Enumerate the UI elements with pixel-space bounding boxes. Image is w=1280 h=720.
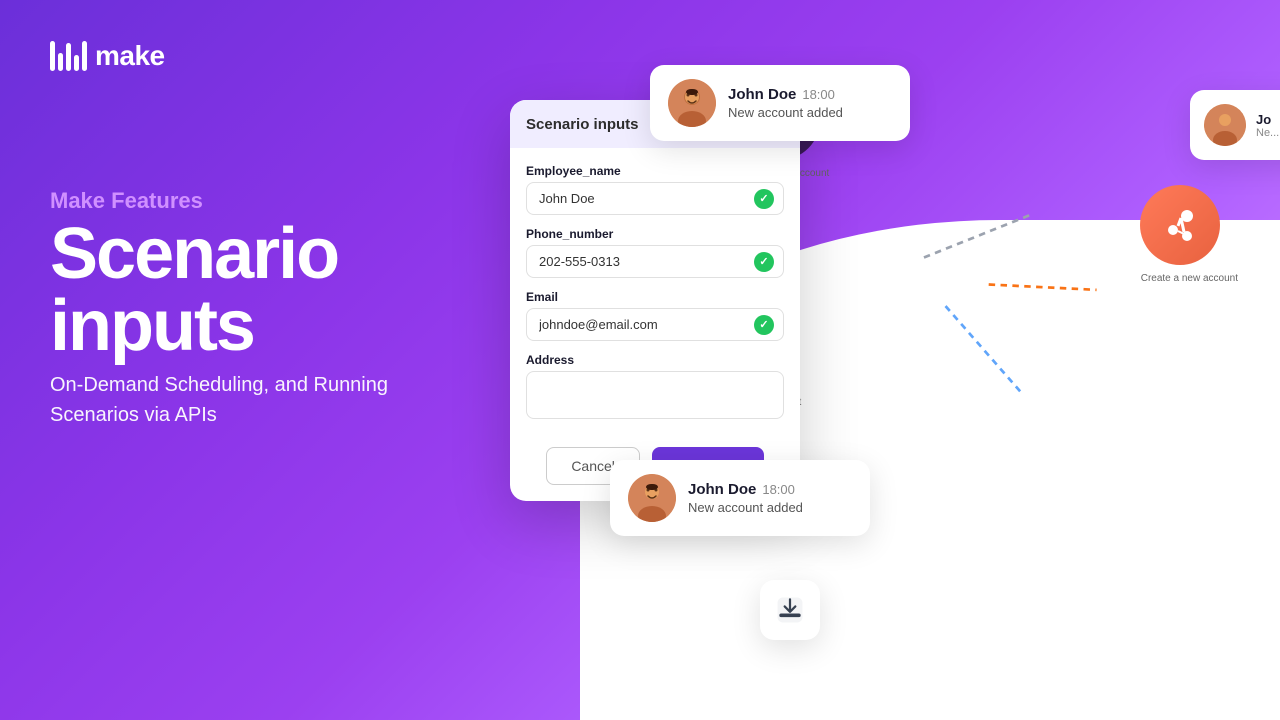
phone-number-check-icon bbox=[754, 252, 774, 272]
address-input[interactable] bbox=[526, 371, 784, 419]
page-title: Scenario inputs bbox=[50, 218, 410, 362]
notification-top: John Doe 18:00 New account added bbox=[650, 65, 910, 141]
notification-bottom-info: John Doe 18:00 New account added bbox=[688, 481, 803, 515]
email-check-icon bbox=[754, 315, 774, 335]
notification-bottom: John Doe 18:00 New account added bbox=[610, 460, 870, 536]
notif-top-time: 18:00 bbox=[802, 87, 835, 102]
phone-number-input[interactable] bbox=[526, 245, 784, 278]
hubspot-label: Create a new account bbox=[1141, 273, 1238, 284]
email-input[interactable] bbox=[526, 308, 784, 341]
notif-top-desc: New account added bbox=[728, 105, 843, 120]
notif-bottom-desc: New account added bbox=[688, 500, 803, 515]
employee-name-field: Employee_name bbox=[526, 164, 784, 215]
phone-number-input-wrap bbox=[526, 245, 784, 278]
subtitle-text: On-Demand Scheduling, and Running Scenar… bbox=[50, 370, 410, 430]
employee-name-check-icon bbox=[754, 189, 774, 209]
avatar-bottom bbox=[628, 474, 676, 522]
make-logo: make bbox=[50, 40, 410, 72]
email-field: Email bbox=[526, 290, 784, 341]
dialog-title: Scenario inputs bbox=[526, 116, 639, 133]
features-label: Make Features bbox=[50, 188, 410, 214]
scenario-inputs-dialog: Scenario inputs ⋮ ✕ Employee_name bbox=[510, 100, 800, 501]
phone-number-field: Phone_number bbox=[526, 227, 784, 278]
employee-name-input-wrap bbox=[526, 182, 784, 215]
email-label: Email bbox=[526, 290, 784, 304]
employee-name-label: Employee_name bbox=[526, 164, 784, 178]
receive-card bbox=[760, 580, 820, 640]
email-input-wrap bbox=[526, 308, 784, 341]
logo-text: make bbox=[95, 40, 165, 72]
address-field: Address bbox=[526, 353, 784, 419]
notification-partial: Jo Ne... bbox=[1190, 90, 1280, 160]
dialog-body: Employee_name Phone_number bbox=[510, 148, 800, 435]
notif-bottom-name: John Doe bbox=[688, 481, 756, 498]
phone-number-label: Phone_number bbox=[526, 227, 784, 241]
notif-top-name: John Doe bbox=[728, 86, 796, 103]
partial-notif-text: Jo Ne... bbox=[1256, 112, 1279, 139]
logo-icon bbox=[50, 41, 87, 71]
notif-bottom-time: 18:00 bbox=[762, 482, 795, 497]
avatar-partial bbox=[1204, 104, 1246, 146]
address-input-wrap bbox=[526, 371, 784, 419]
notification-top-info: John Doe 18:00 New account added bbox=[728, 86, 843, 120]
address-label: Address bbox=[526, 353, 784, 367]
hubspot-node bbox=[1140, 185, 1220, 265]
avatar-top bbox=[668, 79, 716, 127]
employee-name-input[interactable] bbox=[526, 182, 784, 215]
